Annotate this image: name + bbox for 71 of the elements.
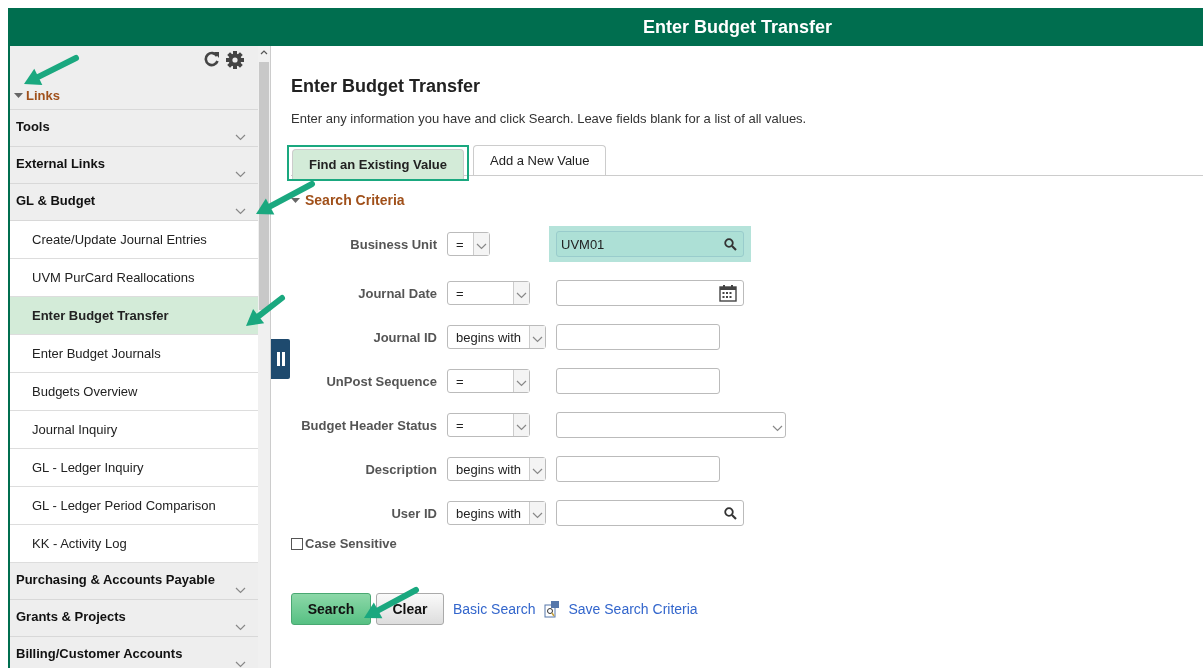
search-icon[interactable] — [724, 237, 737, 251]
settings-icon[interactable] — [226, 51, 244, 69]
field-label: Journal Date — [357, 285, 437, 301]
sidebar-item[interactable]: UVM PurCard Reallocations — [10, 259, 258, 297]
search-button[interactable]: Search — [291, 593, 371, 625]
field-label: Business Unit — [349, 236, 437, 252]
save-criteria-link[interactable]: Save Search Criteria — [568, 601, 698, 617]
operator-dropdown[interactable]: begins with — [447, 325, 546, 349]
sidebar-item[interactable]: GL - Ledger Period Comparison — [10, 487, 258, 525]
operator-dropdown[interactable]: = — [447, 413, 530, 437]
operator-dropdown[interactable]: begins with — [447, 501, 546, 525]
header-title: Enter Budget Transfer — [642, 16, 832, 38]
checkbox[interactable] — [291, 537, 303, 550]
links-section-toggle[interactable]: Links — [14, 88, 60, 103]
sidebar-item[interactable]: Enter Budget Transfer — [10, 297, 258, 335]
pause-icon — [276, 352, 285, 366]
save-search-icon[interactable] — [544, 600, 561, 618]
input-field[interactable] — [556, 324, 720, 350]
operator-dropdown[interactable]: begins with — [447, 457, 546, 481]
lookup-field[interactable]: UVM01 — [556, 231, 744, 257]
chevron-icon[interactable] — [235, 587, 246, 594]
lookup-field[interactable] — [556, 500, 744, 526]
chevron-icon[interactable] — [235, 208, 246, 215]
sidebar-item[interactable]: Enter Budget Journals — [10, 335, 258, 373]
scrollbar[interactable] — [258, 46, 270, 668]
value-dropdown[interactable] — [556, 412, 786, 438]
calendar-icon[interactable] — [719, 284, 737, 302]
chevron-icon[interactable] — [235, 171, 246, 178]
collapse-handle[interactable] — [271, 339, 290, 379]
tab[interactable]: Add a New Value — [473, 145, 607, 175]
chevron-icon[interactable] — [532, 336, 543, 343]
refresh-icon[interactable] — [204, 51, 220, 67]
sidebar-item[interactable]: GL - Ledger Inquiry — [10, 449, 258, 487]
chevron-icon[interactable] — [235, 134, 246, 141]
input-field[interactable] — [556, 456, 720, 482]
triangle-icon — [14, 92, 23, 99]
field-label: Journal ID — [372, 329, 437, 345]
annotation-arrow — [24, 55, 79, 85]
sidebar-item[interactable]: Create/Update Journal Entries — [10, 221, 258, 259]
chevron-icon[interactable] — [772, 425, 783, 432]
sidebar-item[interactable]: KK - Activity Log — [10, 525, 258, 563]
search-icon[interactable] — [724, 506, 737, 520]
operator-dropdown[interactable]: = — [447, 369, 530, 393]
date-field[interactable] — [556, 280, 744, 306]
checkbox-label: Case Sensitive — [305, 536, 397, 551]
field-label: User ID — [390, 505, 437, 521]
chevron-icon[interactable] — [235, 624, 246, 631]
chevron-icon[interactable] — [516, 424, 527, 431]
annotation-arrow — [246, 295, 285, 326]
sidebar-item[interactable]: Budgets Overview — [10, 373, 258, 411]
sidebar-item[interactable]: Journal Inquiry — [10, 411, 258, 449]
field-label: Budget Header Status — [300, 417, 437, 433]
field-label: UnPost Sequence — [325, 373, 437, 389]
field-label: Description — [364, 461, 437, 477]
scrollbar-thumb[interactable] — [259, 62, 269, 310]
chevron-icon[interactable] — [235, 661, 246, 668]
chevron-icon[interactable] — [476, 243, 487, 250]
chevron-icon[interactable] — [516, 292, 527, 299]
tab[interactable]: Find an Existing Value — [292, 149, 464, 179]
basic-search-link[interactable]: Basic Search — [453, 601, 536, 617]
scroll-up-icon[interactable] — [260, 50, 268, 55]
input-field[interactable] — [556, 368, 720, 394]
triangle-icon — [291, 196, 300, 204]
chevron-icon[interactable] — [532, 512, 543, 519]
instructions-text: Enter any information you have and click Search. Leave fields blank for a list of all values. — [291, 111, 808, 126]
chevron-icon[interactable] — [532, 468, 543, 475]
chevron-icon[interactable] — [516, 380, 527, 387]
search-criteria-toggle[interactable]: Search Criteria — [291, 192, 1203, 208]
page-title: Enter Budget Transfer — [291, 76, 482, 97]
operator-dropdown[interactable]: = — [447, 232, 490, 256]
operator-dropdown[interactable]: = — [447, 281, 530, 305]
